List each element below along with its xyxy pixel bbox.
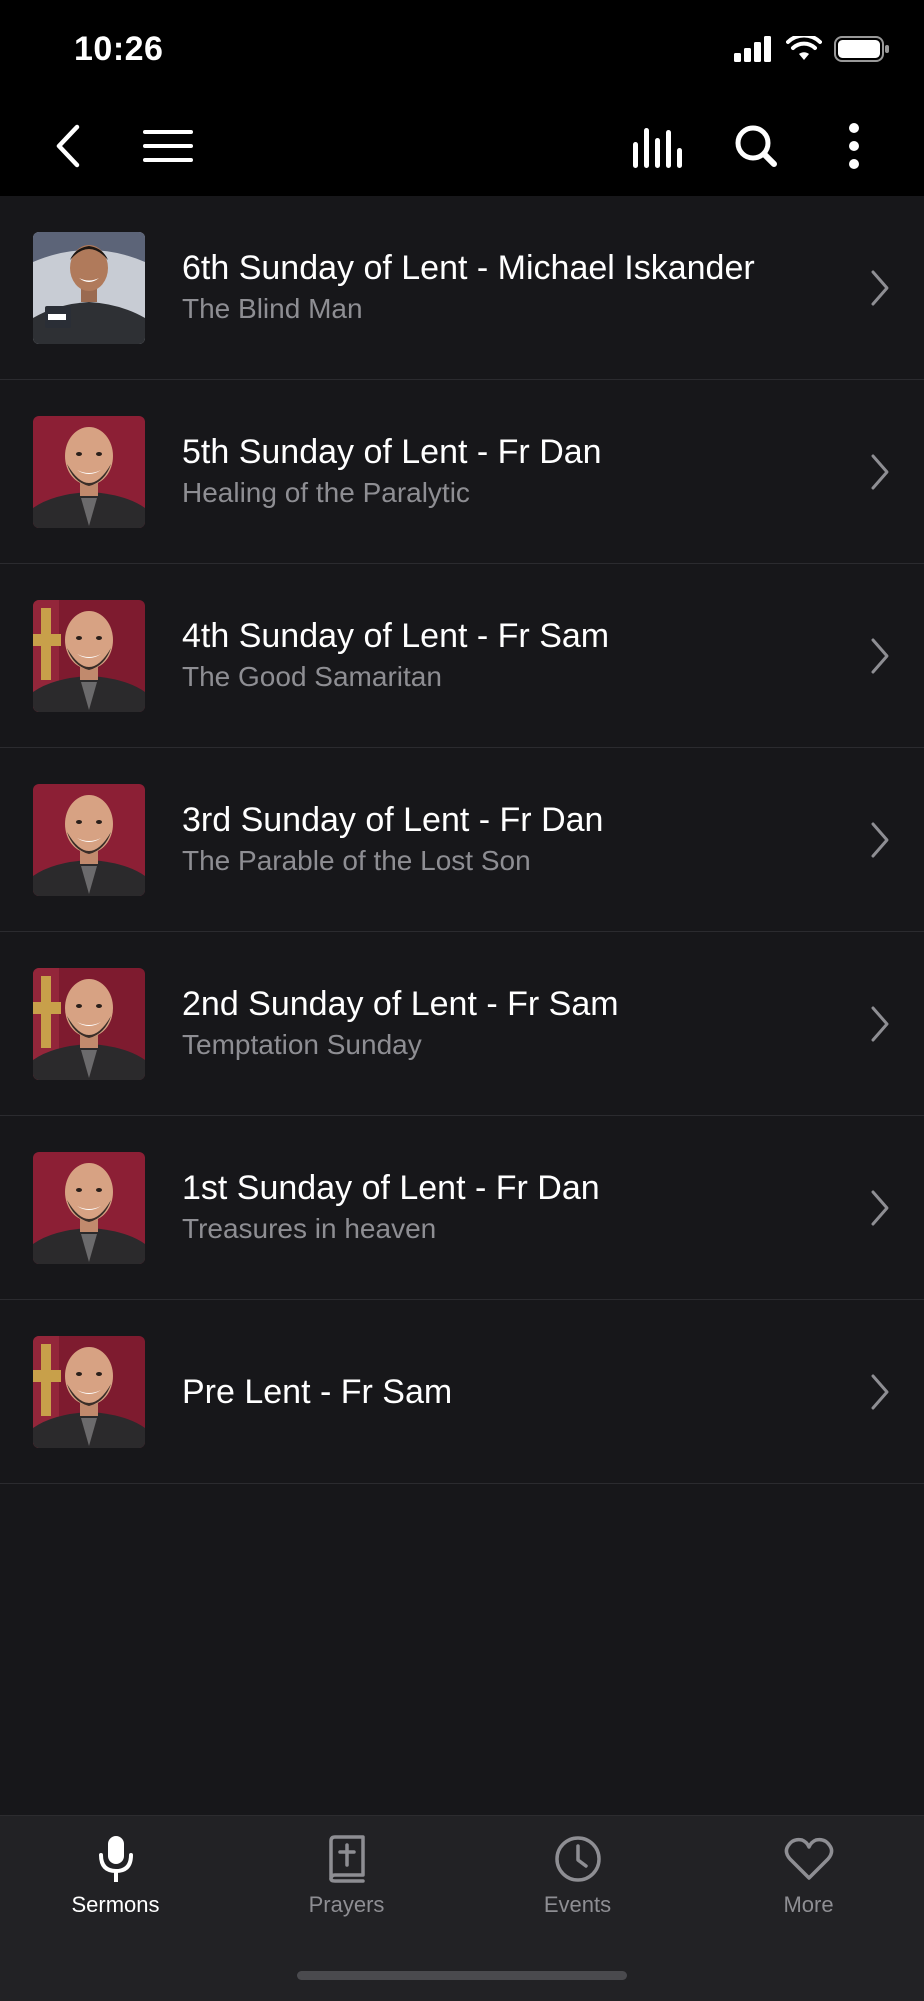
list-item[interactable]: 6th Sunday of Lent - Michael Iskander Th… xyxy=(0,196,924,380)
sermon-title: 2nd Sunday of Lent - Fr Sam xyxy=(182,984,619,1023)
bible-icon xyxy=(327,1834,367,1884)
tab-sermons[interactable]: Sermons xyxy=(0,1816,231,1936)
sermon-subtitle: Healing of the Paralytic xyxy=(182,476,470,508)
more-options-button[interactable] xyxy=(814,100,894,196)
chevron-right-icon xyxy=(870,1116,890,1299)
sermon-text: Pre Lent - Fr Sam xyxy=(182,1300,822,1483)
heart-icon xyxy=(784,1834,834,1884)
tab-label: Events xyxy=(543,1892,612,1917)
tab-prayers[interactable]: Prayers xyxy=(231,1816,462,1936)
chevron-right-icon xyxy=(870,748,890,931)
list-item[interactable]: 3rd Sunday of Lent - Fr Dan The Parable … xyxy=(0,748,924,932)
nav-bar xyxy=(0,100,924,196)
sermon-text: 1st Sunday of Lent - Fr Dan Treasures in… xyxy=(182,1116,822,1299)
list-item[interactable]: Pre Lent - Fr Sam xyxy=(0,1300,924,1484)
tab-label: Prayers xyxy=(308,1892,385,1917)
sermon-title: 5th Sunday of Lent - Fr Dan xyxy=(182,432,602,471)
sermon-thumbnail xyxy=(33,232,145,344)
sermon-thumbnail xyxy=(33,1336,145,1448)
sermon-title: 3rd Sunday of Lent - Fr Dan xyxy=(182,800,604,839)
sermon-text: 4th Sunday of Lent - Fr Sam The Good Sam… xyxy=(182,564,822,747)
sermon-text: 5th Sunday of Lent - Fr Dan Healing of t… xyxy=(182,380,822,563)
sermon-subtitle: The Blind Man xyxy=(182,292,363,324)
sermon-subtitle: The Parable of the Lost Son xyxy=(182,844,531,876)
sermon-text: 3rd Sunday of Lent - Fr Dan The Parable … xyxy=(182,748,822,931)
chevron-right-icon xyxy=(870,1300,890,1483)
back-button[interactable] xyxy=(28,100,108,196)
status-time: 10:26 xyxy=(74,30,164,68)
sermon-thumbnail xyxy=(33,600,145,712)
wifi-icon xyxy=(786,33,822,67)
sermon-text: 2nd Sunday of Lent - Fr Sam Temptation S… xyxy=(182,932,822,1115)
tab-label: Sermons xyxy=(71,1892,160,1917)
sermon-title: 4th Sunday of Lent - Fr Sam xyxy=(182,616,610,655)
sermon-thumbnail xyxy=(33,1152,145,1264)
cellular-signal-icon xyxy=(734,36,774,67)
more-vertical-icon xyxy=(848,122,860,174)
sermon-thumbnail xyxy=(33,416,145,528)
sermon-title: 1st Sunday of Lent - Fr Dan xyxy=(182,1168,600,1207)
audio-bars-icon xyxy=(631,124,683,173)
chevron-right-icon xyxy=(870,380,890,563)
sermon-list: 6th Sunday of Lent - Michael Iskander Th… xyxy=(0,196,924,1484)
back-chevron-icon xyxy=(53,124,83,173)
chevron-right-icon xyxy=(870,196,890,379)
status-bar: 10:26 xyxy=(0,0,924,100)
status-icons xyxy=(734,33,890,67)
tab-more[interactable]: More xyxy=(693,1816,924,1936)
chevron-right-icon xyxy=(870,564,890,747)
list-item[interactable]: 4th Sunday of Lent - Fr Sam The Good Sam… xyxy=(0,564,924,748)
microphone-icon xyxy=(98,1834,134,1884)
menu-icon xyxy=(142,128,194,169)
sermon-title: Pre Lent - Fr Sam xyxy=(182,1372,453,1411)
search-icon xyxy=(734,124,778,173)
tab-bar: Sermons Prayers Events More xyxy=(0,1815,924,2001)
sermon-text: 6th Sunday of Lent - Michael Iskander Th… xyxy=(182,196,822,379)
menu-button[interactable] xyxy=(128,100,208,196)
chevron-right-icon xyxy=(870,932,890,1115)
home-indicator[interactable] xyxy=(297,1971,627,1980)
tab-label: More xyxy=(783,1892,834,1917)
tab-events[interactable]: Events xyxy=(462,1816,693,1936)
sermon-subtitle: Treasures in heaven xyxy=(182,1212,437,1244)
sermon-subtitle: Temptation Sunday xyxy=(182,1028,422,1060)
search-button[interactable] xyxy=(716,100,796,196)
sermon-subtitle: The Good Samaritan xyxy=(182,660,442,692)
list-item[interactable]: 1st Sunday of Lent - Fr Dan Treasures in… xyxy=(0,1116,924,1300)
sermon-thumbnail xyxy=(33,784,145,896)
list-item[interactable]: 2nd Sunday of Lent - Fr Sam Temptation S… xyxy=(0,932,924,1116)
battery-icon xyxy=(834,36,890,67)
clock-icon xyxy=(554,1834,602,1884)
now-playing-button[interactable] xyxy=(617,100,697,196)
list-item[interactable]: 5th Sunday of Lent - Fr Dan Healing of t… xyxy=(0,380,924,564)
sermon-thumbnail xyxy=(33,968,145,1080)
sermon-title: 6th Sunday of Lent - Michael Iskander xyxy=(182,248,755,287)
